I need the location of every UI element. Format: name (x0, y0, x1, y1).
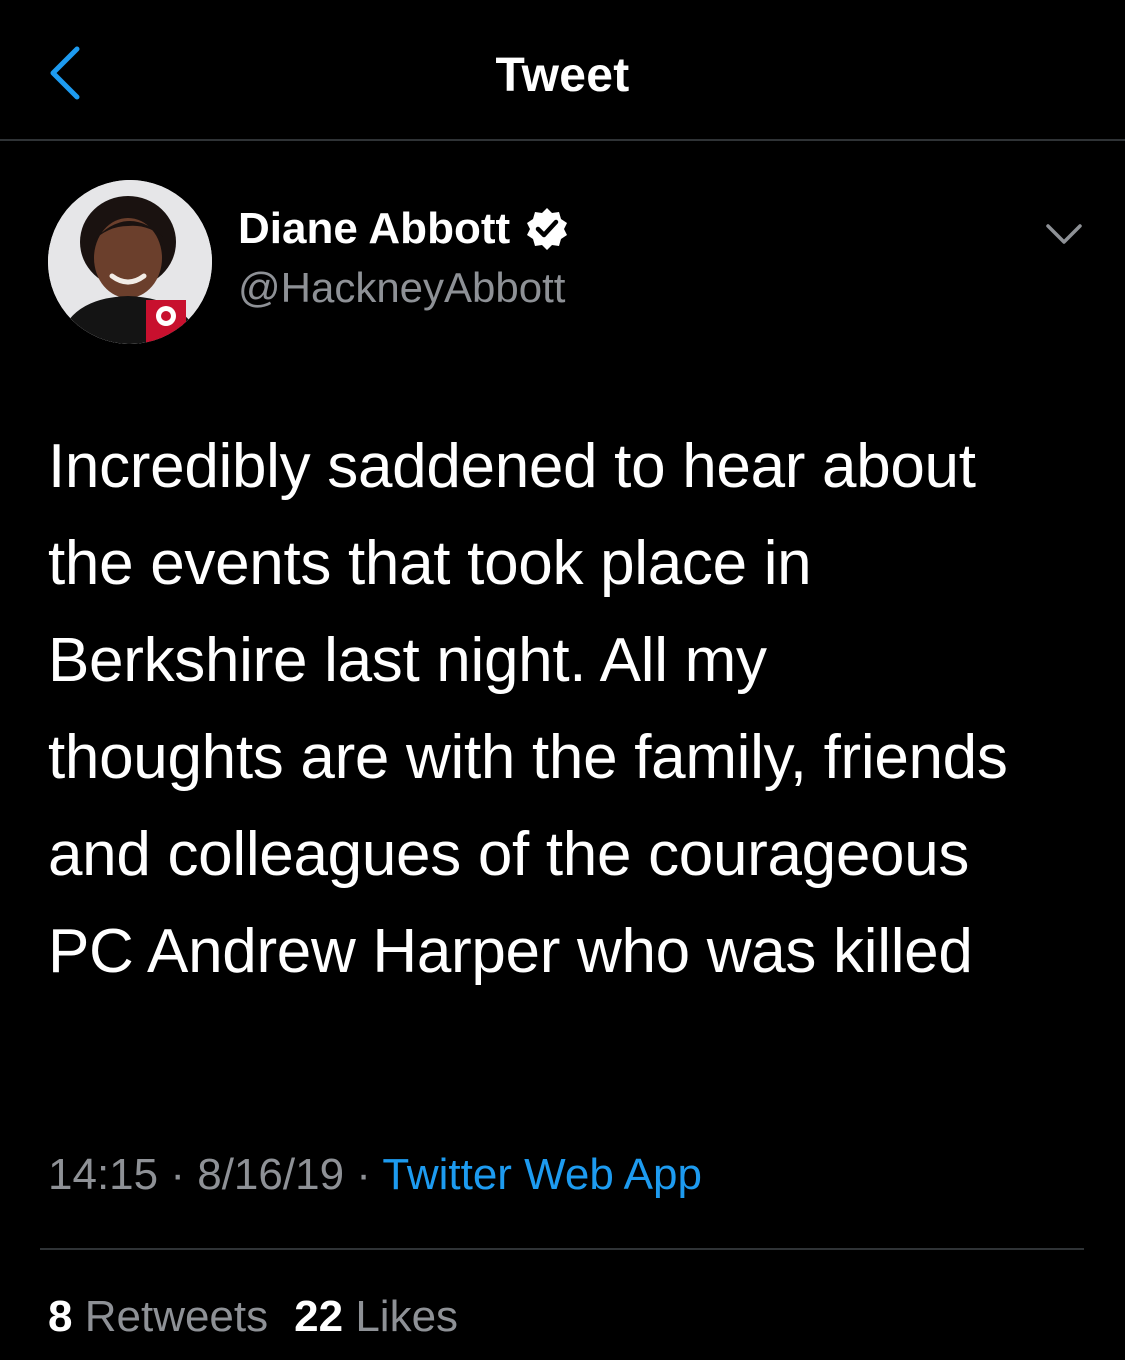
meta-separator: · (356, 1150, 371, 1199)
author-name-row[interactable]: Diane Abbott (238, 204, 570, 254)
tweet-date: 8/16/19 (197, 1150, 345, 1199)
tweet-detail-screen: Tweet Diane Abbott @HackneyAbbott Incred… (0, 0, 1125, 1360)
retweets-label: Retweets (84, 1292, 269, 1341)
chevron-down-icon (1044, 222, 1084, 251)
likes-stat[interactable]: 22 Likes (294, 1292, 458, 1341)
tweet-meta: 14:15 · 8/16/19 · Twitter Web App (48, 1150, 702, 1200)
retweets-count: 8 (48, 1292, 73, 1341)
divider (40, 1248, 1084, 1250)
page-title: Tweet (495, 49, 630, 102)
likes-count: 22 (294, 1292, 344, 1341)
tweet-stats: 8 Retweets 22 Likes (48, 1292, 458, 1342)
author-handle[interactable]: @HackneyAbbott (238, 264, 565, 312)
tweet-source-link[interactable]: Twitter Web App (382, 1150, 702, 1199)
meta-separator: · (170, 1150, 185, 1199)
tweet-text-line: Berkshire last night. All my (48, 626, 767, 695)
tweet-text-line: the events that took place in (48, 529, 812, 598)
verified-badge-icon (524, 206, 570, 252)
tweet-text-line: and colleagues of the courageous (48, 820, 970, 889)
tweet-text-line: thoughts are with the family, friends (48, 723, 1008, 792)
likes-label: Likes (355, 1292, 459, 1341)
tweet-text-line: Incredibly saddened to hear about (48, 432, 976, 501)
tweet-time: 14:15 (48, 1150, 159, 1199)
author-name: Diane Abbott (238, 204, 511, 253)
tweet-options-button[interactable] (1040, 212, 1088, 260)
top-nav-bar: Tweet (0, 0, 1125, 141)
tweet-text-line: PC Andrew Harper who was killed (48, 917, 973, 986)
retweets-stat[interactable]: 8 Retweets (48, 1292, 268, 1341)
avatar[interactable] (48, 180, 212, 344)
tweet-text: Incredibly saddened to hear about the ev… (48, 418, 1088, 1000)
